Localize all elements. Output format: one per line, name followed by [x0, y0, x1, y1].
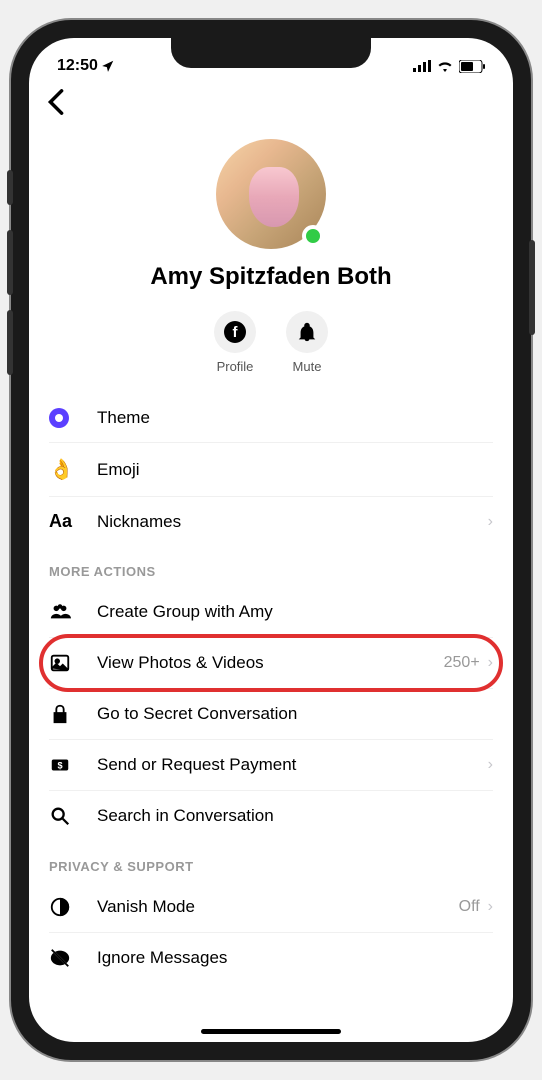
photo-icon: [49, 652, 71, 674]
svg-text:$: $: [57, 761, 62, 771]
profile-name: Amy Spitzfaden Both: [29, 263, 513, 291]
vanish-icon: [49, 896, 71, 918]
chevron-icon: ›: [488, 756, 493, 774]
location-icon: [101, 59, 115, 73]
emoji-label: Emoji: [97, 460, 493, 480]
ok-hand-icon: 👌: [49, 457, 81, 482]
search-item[interactable]: Search in Conversation: [49, 791, 493, 841]
mute-action-button[interactable]: Mute: [286, 311, 328, 374]
vanish-mode-label: Vanish Mode: [97, 897, 459, 917]
emoji-item[interactable]: 👌 Emoji: [49, 443, 493, 497]
chevron-icon: ›: [488, 898, 493, 916]
chevron-icon: ›: [488, 513, 493, 531]
mute-action-label: Mute: [293, 359, 322, 374]
theme-label: Theme: [97, 408, 493, 428]
bell-icon: [296, 321, 318, 343]
search-icon: [49, 805, 71, 827]
avatar-container[interactable]: [216, 139, 326, 249]
battery-icon: [459, 60, 485, 73]
status-time: 12:50: [57, 57, 98, 75]
theme-icon: [49, 408, 69, 428]
profile-action-button[interactable]: f Profile: [214, 311, 256, 374]
vanish-mode-item[interactable]: Vanish Mode Off ›: [49, 882, 493, 933]
vanish-mode-value: Off: [459, 898, 480, 916]
money-icon: $: [49, 754, 71, 776]
privacy-header: PRIVACY & SUPPORT: [49, 841, 493, 882]
cellular-icon: [413, 60, 431, 72]
facebook-icon: f: [224, 321, 246, 343]
view-photos-item[interactable]: View Photos & Videos 250+ ›: [49, 638, 493, 689]
send-payment-item[interactable]: $ Send or Request Payment ›: [49, 740, 493, 791]
ignore-icon: [49, 947, 71, 969]
group-icon: [49, 601, 71, 623]
chevron-icon: ›: [488, 654, 493, 672]
online-status-dot: [302, 225, 324, 247]
create-group-item[interactable]: Create Group with Amy: [49, 587, 493, 638]
ignore-messages-label: Ignore Messages: [97, 948, 493, 968]
send-payment-label: Send or Request Payment: [97, 755, 488, 775]
search-label: Search in Conversation: [97, 806, 493, 826]
text-icon: Aa: [49, 511, 81, 532]
lock-icon: [49, 703, 71, 725]
secret-conversation-item[interactable]: Go to Secret Conversation: [49, 689, 493, 740]
nicknames-label: Nicknames: [97, 512, 488, 532]
profile-action-label: Profile: [217, 359, 254, 374]
back-button[interactable]: [47, 88, 65, 123]
create-group-label: Create Group with Amy: [97, 602, 493, 622]
photos-count: 250+: [444, 654, 480, 672]
wifi-icon: [437, 60, 453, 72]
view-photos-label: View Photos & Videos: [97, 653, 444, 673]
secret-conversation-label: Go to Secret Conversation: [97, 704, 493, 724]
more-actions-header: MORE ACTIONS: [49, 546, 493, 587]
home-indicator[interactable]: [201, 1029, 341, 1034]
ignore-messages-item[interactable]: Ignore Messages: [49, 933, 493, 983]
nicknames-item[interactable]: Aa Nicknames ›: [49, 497, 493, 546]
theme-item[interactable]: Theme: [49, 394, 493, 443]
